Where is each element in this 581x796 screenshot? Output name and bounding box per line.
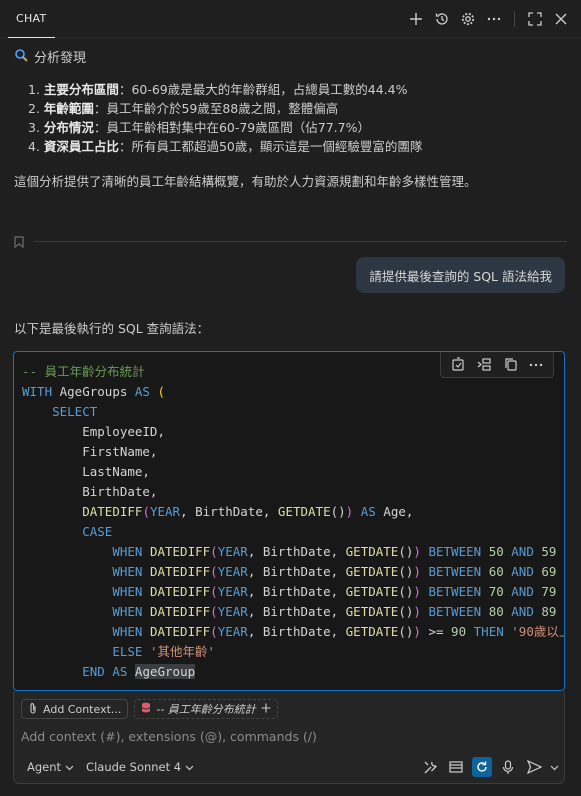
bookmark-icon[interactable] [14,236,24,252]
insert-at-cursor-icon[interactable] [473,354,495,376]
list-item: 3. 分布情況：員工年齡相對集中在60-79歲區間（佔77.7%） [28,120,370,135]
message-divider [34,241,567,242]
add-context-button[interactable]: Add Context... [21,699,129,719]
model-dropdown[interactable]: Claude Sonnet 4 [80,760,200,774]
input-actions [420,757,559,777]
history-icon[interactable] [432,9,452,29]
chevron-down-icon [65,760,74,774]
list-item: 1. 主要分布區間：60-69歲是最大的年齡群組，占總員工數的44.4% [28,82,408,97]
more-icon[interactable] [525,354,547,376]
add-context-label: Add Context... [43,702,122,716]
chat-input-panel: Add Context... -- 員工年齡分布統計 Add context (… [13,691,565,784]
user-message: 請提供最後查詢的 SQL 語法給我 [356,257,565,293]
analysis-heading-text: 分析發現 [34,51,87,66]
titlebar-actions [406,9,571,29]
plus-icon[interactable] [261,703,271,716]
code-block[interactable]: -- 員工年齡分布統計 WITH AgeGroups AS ( SELECT E… [13,351,565,691]
titlebar-divider [514,11,515,27]
model-label: Claude Sonnet 4 [86,760,182,774]
chevron-down-icon[interactable] [550,760,559,775]
maximize-icon[interactable] [525,9,545,29]
sidebar-icon[interactable] [446,757,466,777]
gear-icon[interactable] [458,9,478,29]
context-row: Add Context... -- 員工年齡分布統計 [21,699,278,719]
sql-code: -- 員工年齡分布統計 WITH AgeGroups AS ( SELECT E… [22,364,564,679]
apply-in-editor-icon[interactable] [447,354,469,376]
file-context-label: -- 員工年齡分布統計 [156,703,256,716]
paperclip-icon [28,702,38,717]
summary-text: 這個分析提供了清晰的員工年齡結構概覽，有助於人力資源規劃和年齡多樣性管理。 [14,174,477,189]
tools-icon[interactable] [420,757,440,777]
sparkle-search-icon [14,48,28,66]
reply-intro: 以下是最後執行的 SQL 查詢語法： [14,321,210,336]
close-icon[interactable] [551,9,571,29]
refresh-icon[interactable] [472,757,492,777]
code-block-toolbar [440,352,554,378]
analysis-heading: 分析發現 [14,47,86,66]
mode-dropdown[interactable]: Agent [21,760,80,774]
list-item: 2. 年齡範圍：員工年齡介於59歲至88歲之間，整體偏高 [28,101,339,116]
chevron-down-icon [185,760,194,774]
chat-titlebar: CHAT [0,0,581,38]
send-icon[interactable] [524,757,544,777]
copy-icon[interactable] [499,354,521,376]
database-icon [141,702,151,716]
input-bottom-row: Agent Claude Sonnet 4 [21,756,559,778]
plus-icon[interactable] [406,9,426,29]
mode-label: Agent [27,760,62,774]
chat-input[interactable]: Add context (#), extensions (@), command… [21,729,317,744]
findings-list: 1. 主要分布區間：60-69歲是最大的年齡群組，占總員工數的44.4% 2. … [28,80,422,156]
microphone-icon[interactable] [498,757,518,777]
list-item: 4. 資深員工占比：所有員工都超過50歲，顯示這是一個經驗豐富的團隊 [28,139,423,154]
file-context-chip[interactable]: -- 員工年齡分布統計 [134,699,278,719]
more-icon[interactable] [484,9,504,29]
tab-chat[interactable]: CHAT [8,0,55,38]
